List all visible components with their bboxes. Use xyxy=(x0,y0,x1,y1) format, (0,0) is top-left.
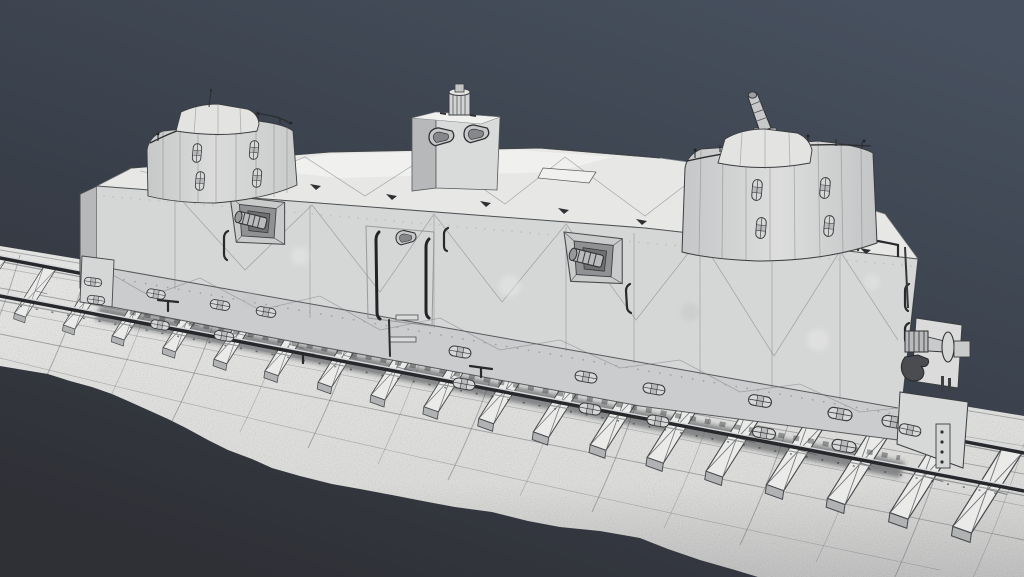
mg-port-front xyxy=(230,196,285,244)
aa-gun-muzzle xyxy=(748,92,756,98)
armored-train-3d-scene xyxy=(0,0,1024,577)
buffer-disc xyxy=(942,332,954,362)
cupola-vent xyxy=(449,93,470,115)
mg-port-mid xyxy=(564,232,622,284)
turret-front-cap xyxy=(176,104,259,135)
render-viewport xyxy=(0,0,1024,577)
buffer-plunger xyxy=(905,331,928,352)
